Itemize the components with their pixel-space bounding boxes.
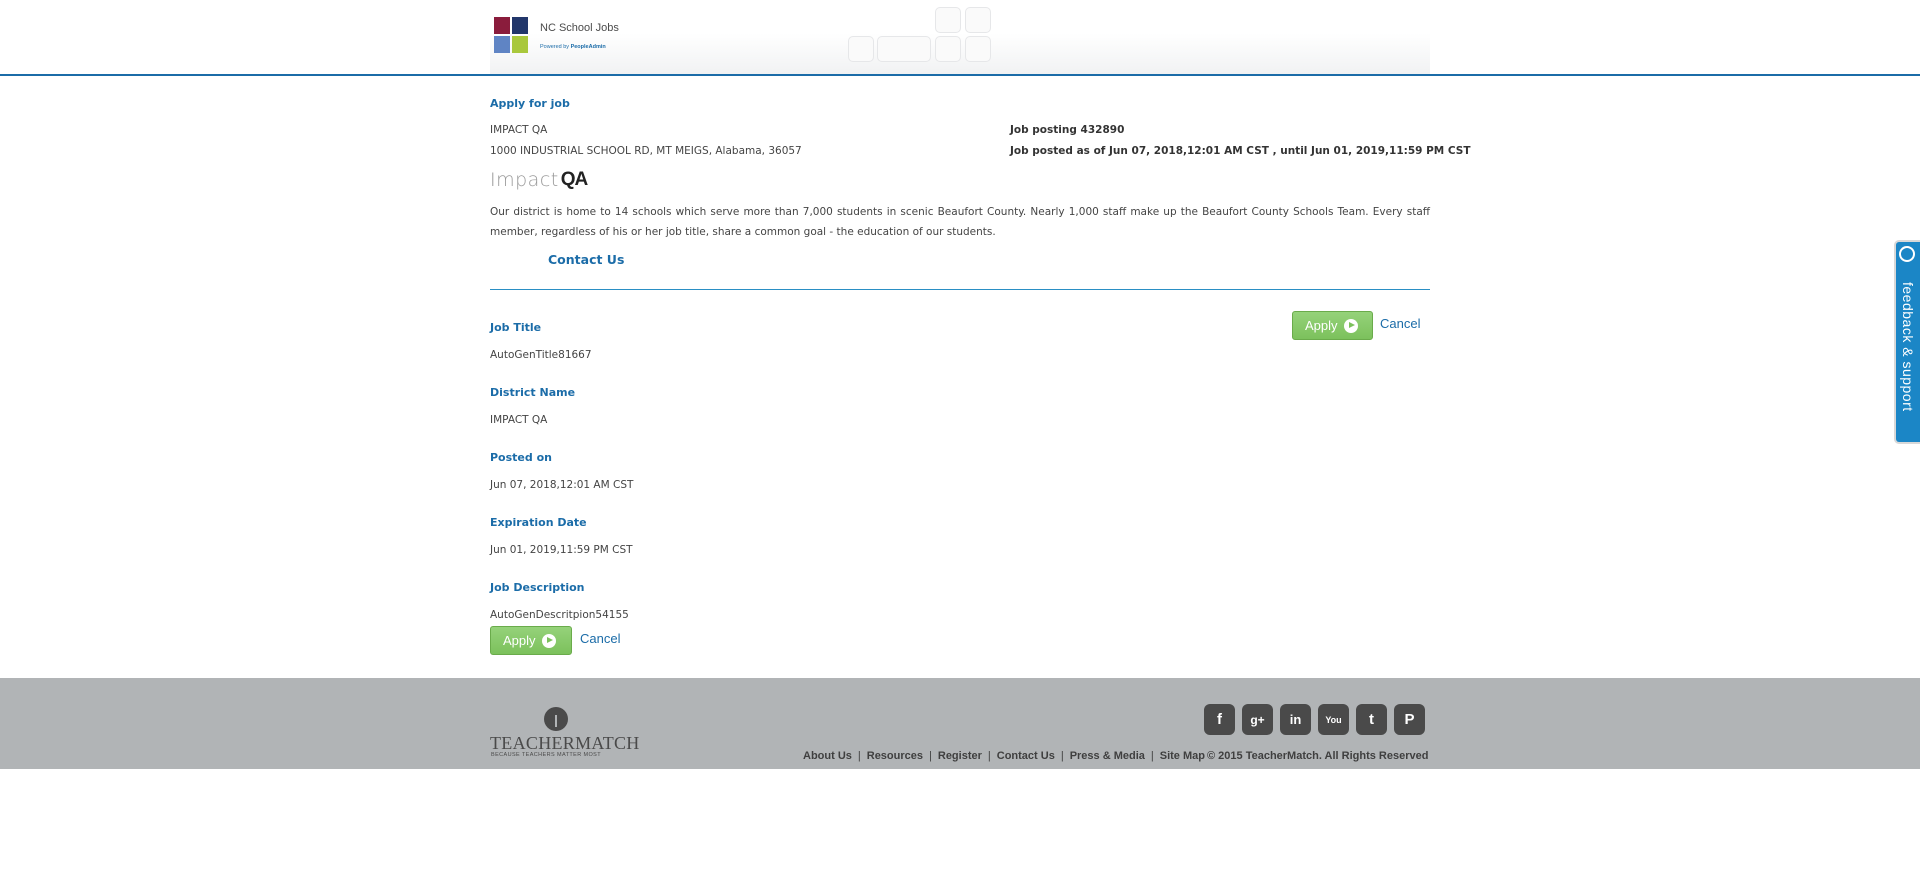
facebook-icon[interactable]: f — [1204, 704, 1235, 735]
cancel-link[interactable]: Cancel — [1380, 316, 1420, 331]
separator: | — [929, 750, 932, 762]
district-name-value: IMPACT QA — [490, 414, 548, 426]
job-posting-id: Job posting 432890 — [1010, 124, 1125, 136]
separator: | — [857, 750, 861, 762]
district-logo-qa: QA — [560, 169, 588, 190]
logo-title: NC School Jobs — [540, 22, 619, 34]
play-arrow-icon — [1343, 318, 1358, 333]
district-logo-impact: Impact — [490, 169, 559, 191]
expiration-date-label: Expiration Date — [490, 516, 587, 529]
footer-link-resources[interactable]: Resources — [867, 750, 923, 762]
cancel-link[interactable]: Cancel — [580, 631, 620, 646]
footer-link-contact-us[interactable]: Contact Us — [997, 750, 1055, 762]
decorative-square — [848, 36, 874, 62]
contact-us-link[interactable]: Contact Us — [548, 252, 624, 267]
feedback-support-tab[interactable]: feedback & support — [1894, 240, 1920, 444]
job-posted-range: Job posted as of Jun 07, 2018,12:01 AM C… — [1010, 145, 1471, 157]
logo-tile-maroon — [494, 17, 510, 34]
decorative-square — [935, 7, 961, 33]
district-logo: Impact QA — [490, 167, 588, 191]
posted-on-label: Posted on — [490, 451, 552, 464]
youtube-icon[interactable]: You — [1318, 704, 1349, 735]
logo-tile-blue — [494, 36, 510, 53]
expiration-date-value: Jun 01, 2019,11:59 PM CST — [490, 544, 633, 556]
google-plus-icon[interactable]: g+ — [1242, 704, 1273, 735]
district-description: Our district is home to 14 schools which… — [490, 206, 1430, 238]
district-address: 1000 INDUSTRIAL SCHOOL RD, MT MEIGS, Ala… — [490, 145, 802, 157]
apply-for-job-heading: Apply for job — [490, 97, 570, 110]
teachermatch-logo[interactable]: TEACHERMATCH BECAUSE TEACHERS MATTER MOS… — [490, 707, 639, 759]
footer-links: About Us | Resources | Register | Contact Us | P… — [803, 750, 1205, 762]
footer-link-register[interactable]: Register — [938, 750, 982, 762]
district-name-label: District Name — [490, 386, 576, 399]
megaphone-icon — [1899, 246, 1915, 262]
footer-link-press-media[interactable]: Press & Media — [1070, 750, 1145, 762]
decorative-square — [965, 7, 991, 33]
job-title-label: Job Title — [490, 321, 542, 334]
logo-tile-green — [512, 36, 528, 53]
decorative-square — [935, 36, 961, 62]
job-description-label: Job Description — [490, 581, 585, 594]
separator: | — [1150, 750, 1154, 762]
section-divider — [490, 289, 1430, 290]
pinterest-icon[interactable]: P — [1394, 704, 1425, 735]
twitter-icon[interactable]: t — [1356, 704, 1387, 735]
footer-link-site-map[interactable]: Site Map — [1160, 750, 1205, 762]
key-icon — [544, 707, 568, 731]
apply-button[interactable]: Apply — [1292, 311, 1373, 340]
apply-button[interactable]: Apply — [490, 626, 572, 655]
copyright-text: © 2015 TeacherMatch. All Rights Reserved — [1207, 750, 1429, 762]
logo-powered-by: Powered by PeopleAdmin — [540, 44, 606, 50]
decorative-square — [877, 36, 931, 62]
feedback-support-label: feedback & support — [1900, 282, 1916, 412]
decorative-square — [965, 36, 991, 62]
separator: | — [987, 750, 991, 762]
play-arrow-icon — [541, 633, 556, 648]
separator: | — [1060, 750, 1064, 762]
job-title-value: AutoGenTitle81667 — [490, 349, 592, 361]
footer-link-about-us[interactable]: About Us — [803, 750, 852, 762]
logo-tile-navy — [512, 17, 528, 34]
district-name: IMPACT QA — [490, 124, 548, 136]
powered-prefix: Powered by — [540, 44, 570, 50]
posted-on-value: Jun 07, 2018,12:01 AM CST — [490, 479, 634, 491]
powered-brand: PeopleAdmin — [570, 44, 606, 50]
page-header: NC School Jobs Powered by PeopleAdmin — [0, 0, 1920, 76]
apply-button-label: Apply — [503, 633, 536, 648]
apply-button-label: Apply — [1305, 318, 1338, 333]
job-description-value: AutoGenDescritpion54155 — [490, 609, 629, 621]
linkedin-icon[interactable]: in — [1280, 704, 1311, 735]
teachermatch-wordmark: TEACHERMATCH — [490, 733, 640, 753]
teachermatch-tagline: BECAUSE TEACHERS MATTER MOST — [491, 752, 602, 758]
